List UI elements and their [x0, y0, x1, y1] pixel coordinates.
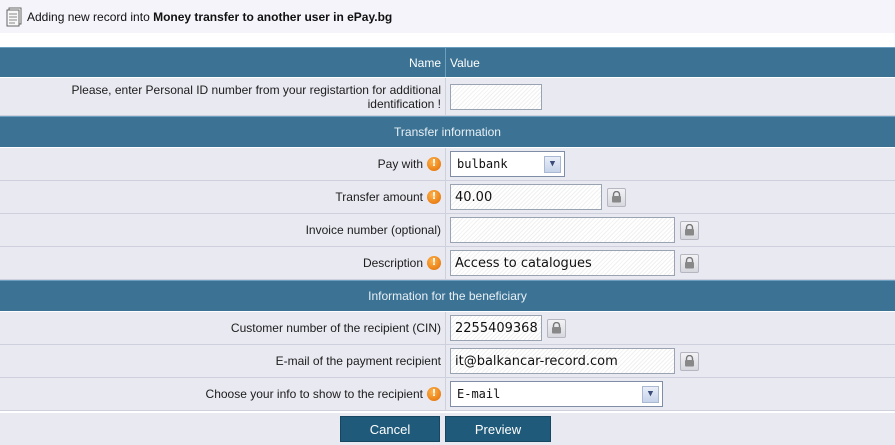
show-info-select[interactable]: E-mail ▼	[450, 381, 663, 407]
chevron-down-icon[interactable]: ▼	[642, 385, 659, 403]
pay-with-row: Pay with ! bulbank ▼	[0, 148, 895, 181]
show-info-row: Choose your info to show to the recipien…	[0, 378, 895, 411]
cancel-button[interactable]: Cancel	[340, 416, 440, 442]
section-transfer-information: Transfer information	[0, 116, 895, 148]
transfer-amount-label: Transfer amount	[335, 190, 423, 204]
page-title: Adding new record into Money transfer to…	[27, 10, 392, 24]
transfer-amount-row: Transfer amount ! 40.00	[0, 181, 895, 214]
email-input[interactable]: it@balkancar-record.com	[450, 348, 675, 374]
cin-input[interactable]: 2255409368	[450, 315, 542, 341]
table-header: Name Value	[0, 47, 895, 78]
title-prefix: Adding new record into	[27, 9, 150, 24]
description-input[interactable]: Access to catalogues	[450, 250, 675, 276]
section-beneficiary-information: Information for the beneficiary	[0, 280, 895, 312]
transfer-form: Name Value Please, enter Personal ID num…	[0, 47, 895, 411]
value-column-header: Value	[450, 55, 480, 70]
pay-with-value: bulbank	[457, 157, 508, 171]
title-target: Money transfer to another user in ePay.b…	[153, 9, 393, 24]
page-header: Adding new record into Money transfer to…	[0, 0, 895, 33]
exclamation-icon: !	[427, 387, 441, 401]
lock-icon[interactable]	[680, 253, 699, 273]
document-icon	[6, 7, 22, 26]
exclamation-icon: !	[427, 157, 441, 171]
cin-row: Customer number of the recipient (CIN) 2…	[0, 312, 895, 345]
personal-id-label: Please, enter Personal ID number from yo…	[71, 82, 441, 111]
lock-icon[interactable]	[680, 351, 699, 371]
invoice-number-input[interactable]	[450, 217, 675, 243]
transfer-amount-input[interactable]: 40.00	[450, 184, 602, 210]
pay-with-label: Pay with	[377, 157, 423, 171]
exclamation-icon: !	[427, 256, 441, 270]
description-row: Description ! Access to catalogues	[0, 247, 895, 280]
button-bar: Cancel Preview	[0, 413, 895, 445]
invoice-number-label: Invoice number (optional)	[305, 223, 441, 237]
personal-id-input[interactable]	[450, 83, 542, 110]
lock-icon[interactable]	[680, 220, 699, 240]
exclamation-icon: !	[427, 190, 441, 204]
name-column-header: Name	[0, 48, 446, 77]
chevron-down-icon[interactable]: ▼	[544, 155, 561, 173]
email-row: E-mail of the payment recipient it@balka…	[0, 345, 895, 378]
show-info-value: E-mail	[457, 387, 501, 401]
personal-id-row: Please, enter Personal ID number from yo…	[0, 78, 895, 116]
show-info-label: Choose your info to show to the recipien…	[205, 387, 423, 401]
lock-icon[interactable]	[607, 187, 626, 207]
cin-label: Customer number of the recipient (CIN)	[230, 321, 441, 335]
pay-with-select[interactable]: bulbank ▼	[450, 151, 565, 177]
preview-button[interactable]: Preview	[445, 416, 551, 442]
description-label: Description	[362, 256, 423, 270]
email-label: E-mail of the payment recipient	[275, 354, 441, 368]
lock-icon[interactable]	[547, 318, 566, 338]
invoice-number-row: Invoice number (optional)	[0, 214, 895, 247]
